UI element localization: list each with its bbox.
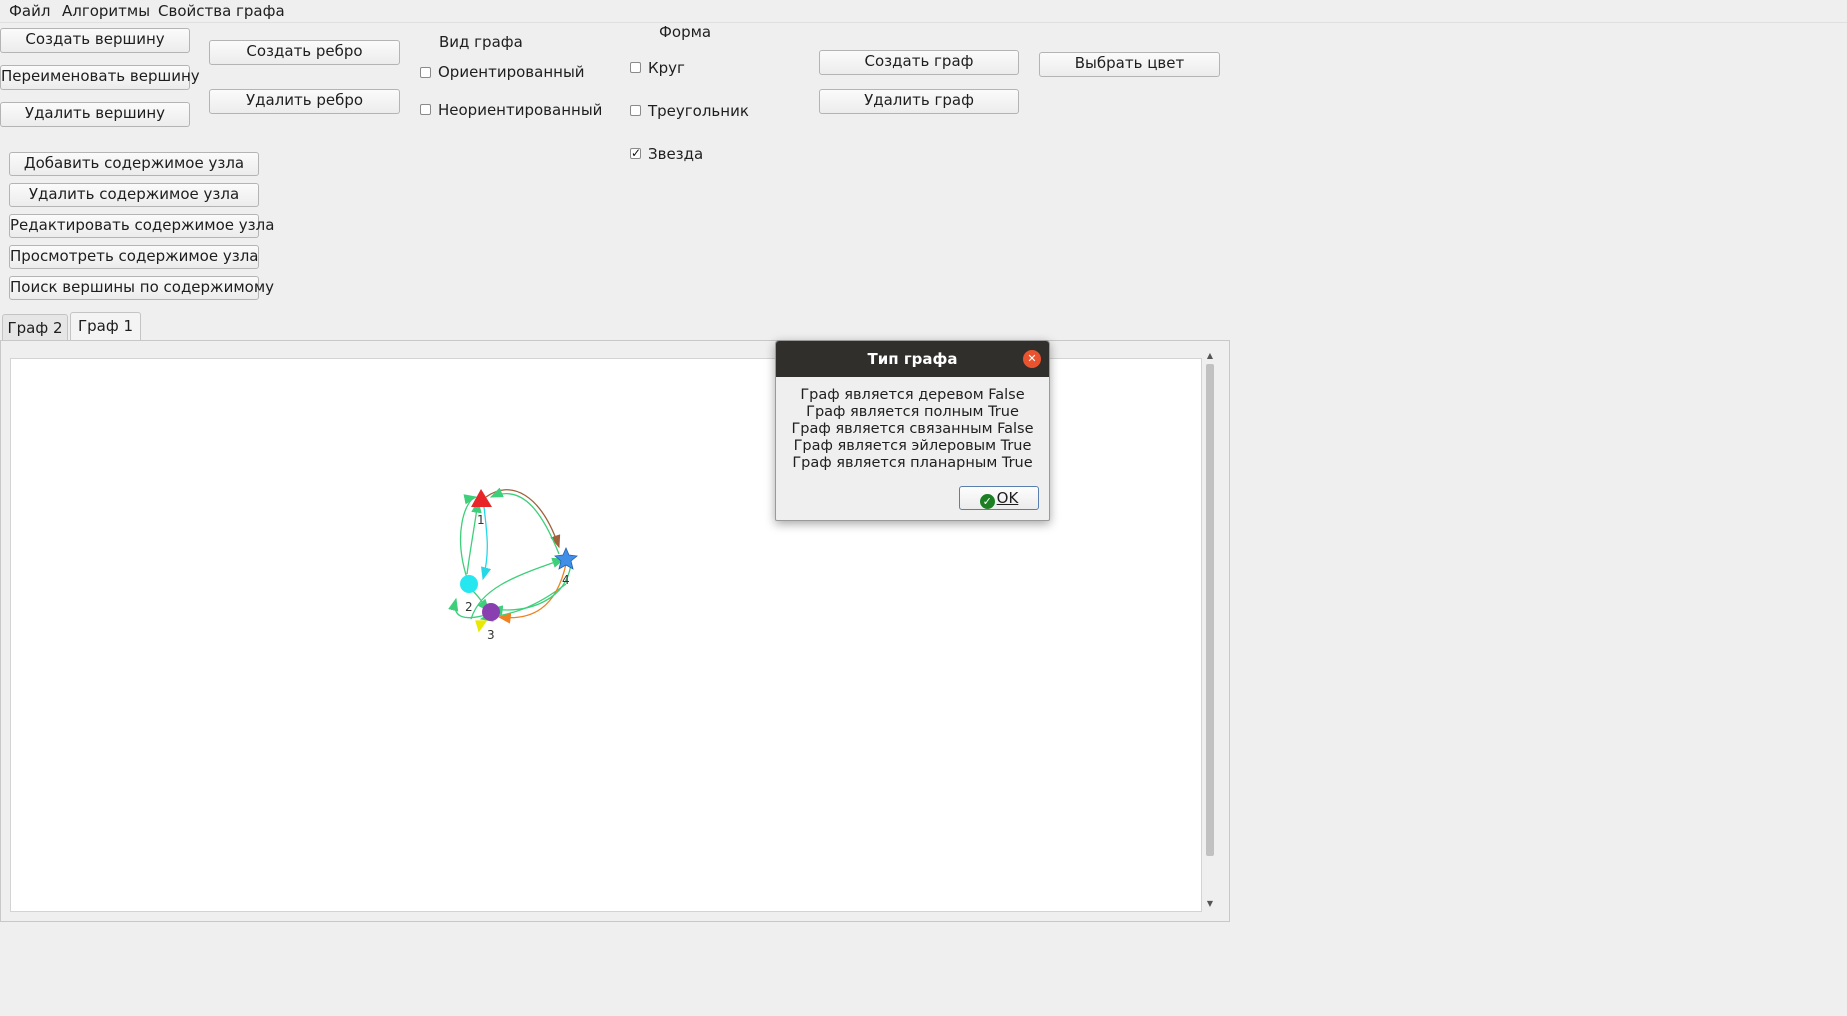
close-icon[interactable]: ✕ <box>1023 350 1041 368</box>
undirected-label: Неориентированный <box>438 101 603 119</box>
vertex-label-4: 4 <box>562 573 570 587</box>
dialog-line-tree: Граф является деревом False <box>800 387 1025 403</box>
create-vertex-button[interactable]: Создать вершину <box>0 28 190 53</box>
tab-graph-2[interactable]: Граф 2 <box>2 314 68 340</box>
circle-label: Круг <box>648 59 685 77</box>
dialog-message: Граф является деревом False Граф являетс… <box>776 387 1049 472</box>
dialog-line-connected: Граф является связанным False <box>791 421 1034 437</box>
vertex-label-2: 2 <box>465 600 473 614</box>
add-node-content-button[interactable]: Добавить содержимое узла <box>9 152 259 176</box>
delete-graph-button[interactable]: Удалить граф <box>819 89 1019 114</box>
create-graph-button[interactable]: Создать граф <box>819 50 1019 75</box>
vertex-circle-3[interactable] <box>482 603 500 621</box>
ok-label: OK <box>996 489 1019 507</box>
scroll-up-arrow-icon[interactable]: ▲ <box>1206 352 1214 360</box>
graph-kind-title: Вид графа <box>439 33 523 51</box>
dialog-line-planar: Граф является планарным True <box>792 455 1033 471</box>
vertex-circle-2[interactable] <box>460 575 478 593</box>
star-label: Звезда <box>648 145 704 163</box>
shape-title: Форма <box>659 23 712 41</box>
search-vertex-by-content-button[interactable]: Поиск вершины по содержимому <box>9 276 274 300</box>
choose-color-button[interactable]: Выбрать цвет <box>1039 52 1220 77</box>
create-edge-button[interactable]: Создать ребро <box>209 40 400 65</box>
menu-algorithms[interactable]: Алгоритмы <box>62 2 150 20</box>
dialog-title: Тип графа <box>776 341 1049 377</box>
delete-node-content-button[interactable]: Удалить содержимое узла <box>9 183 259 207</box>
dialog-line-eulerian: Граф является эйлеровым True <box>793 438 1032 454</box>
check-circle-icon: ✓ <box>979 494 995 509</box>
delete-vertex-button[interactable]: Удалить вершину <box>0 102 190 127</box>
vertex-label-1: 1 <box>477 513 485 527</box>
directed-label: Ориентированный <box>438 63 585 81</box>
view-node-content-button[interactable]: Просмотреть содержимое узла <box>9 245 259 269</box>
checkmark-icon: ✓ <box>631 146 642 160</box>
triangle-checkbox[interactable] <box>630 105 641 116</box>
menubar: Файл Алгоритмы Свойства графа <box>0 0 1847 23</box>
scrollbar-thumb[interactable] <box>1206 364 1214 856</box>
star-checkbox[interactable]: ✓ <box>630 146 642 160</box>
dialog-line-complete: Граф является полным True <box>806 404 1019 420</box>
circle-checkbox[interactable] <box>630 62 641 73</box>
delete-edge-button[interactable]: Удалить ребро <box>209 89 400 114</box>
rename-vertex-button[interactable]: Переименовать вершину <box>0 65 200 90</box>
undirected-checkbox[interactable] <box>420 104 431 115</box>
triangle-label: Треугольник <box>648 102 749 120</box>
ok-button[interactable]: ✓ OK <box>959 486 1039 510</box>
directed-checkbox[interactable] <box>420 67 431 78</box>
menu-file[interactable]: Файл <box>9 2 50 20</box>
scroll-down-arrow-icon[interactable]: ▼ <box>1206 900 1214 908</box>
graph-type-dialog: Тип графа ✕ Граф является деревом False … <box>775 340 1050 521</box>
vertical-scrollbar[interactable]: ▲ ▼ <box>1204 352 1216 912</box>
edit-node-content-button[interactable]: Редактировать содержимое узла <box>9 214 274 238</box>
menu-graph-properties[interactable]: Свойства графа <box>158 2 285 20</box>
tab-graph-1[interactable]: Граф 1 <box>70 312 141 341</box>
vertex-label-3: 3 <box>487 628 495 642</box>
